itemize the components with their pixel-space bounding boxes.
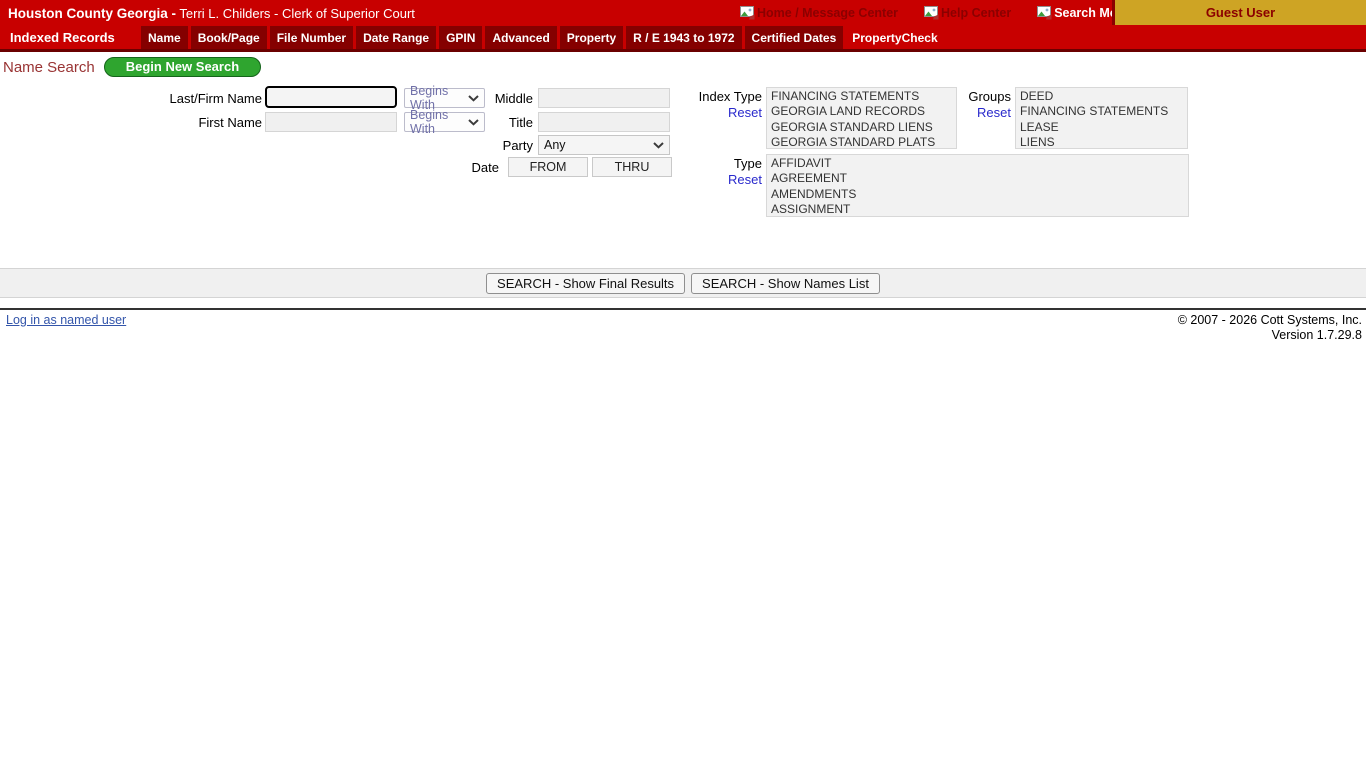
search-actions-band: SEARCH - Show Final Results SEARCH - Sho… — [0, 268, 1366, 298]
date-label: Date — [399, 160, 499, 175]
nav-section-label: Indexed Records — [0, 26, 141, 49]
tab-gpin[interactable]: GPIN — [439, 26, 482, 49]
groups-option[interactable]: FINANCING STATEMENTS — [1020, 104, 1187, 119]
last-firm-name-label: Last/Firm Name — [0, 91, 262, 106]
copyright-text: © 2007 - 2026 Cott Systems, Inc. — [1178, 313, 1362, 328]
tab-date-range[interactable]: Date Range — [356, 26, 436, 49]
tab-re-1943-1972[interactable]: R / E 1943 to 1972 — [626, 26, 741, 49]
type-list[interactable]: AFFIDAVIT AGREEMENT AMENDMENTS ASSIGNMEN… — [766, 154, 1189, 217]
groups-reset-link[interactable]: Reset — [977, 105, 1011, 120]
type-label-block: Type Reset — [640, 156, 762, 189]
nav-tabs: Name Book/Page File Number Date Range GP… — [141, 26, 843, 49]
nav-bar: Indexed Records Name Book/Page File Numb… — [0, 26, 1366, 52]
footer: Log in as named user © 2007 - 2026 Cott … — [0, 310, 1366, 312]
chevron-down-icon — [653, 138, 664, 152]
groups-list[interactable]: DEED FINANCING STATEMENTS LEASE LIENS — [1015, 87, 1188, 149]
help-center-link[interactable]: Help Center — [924, 6, 1011, 20]
version-text: Version 1.7.29.8 — [1178, 328, 1362, 343]
guest-user-label: Guest User — [1206, 5, 1275, 20]
footer-copyright-block: © 2007 - 2026 Cott Systems, Inc. Version… — [1178, 313, 1362, 342]
last-firm-name-input[interactable] — [265, 86, 397, 108]
tab-advanced[interactable]: Advanced — [485, 26, 556, 49]
toolbar: Name Search Begin New Search — [0, 52, 1366, 82]
site-title: Houston County Georgia - Terri L. Childe… — [0, 6, 415, 21]
search-final-results-button[interactable]: SEARCH - Show Final Results — [486, 273, 685, 294]
party-value: Any — [544, 138, 566, 152]
groups-option[interactable]: DEED — [1020, 89, 1187, 104]
index-type-reset-link[interactable]: Reset — [728, 105, 762, 120]
index-type-label-block: Index Type Reset — [640, 89, 762, 122]
groups-option[interactable]: LIENS — [1020, 135, 1187, 149]
tab-property[interactable]: Property — [560, 26, 623, 49]
party-select[interactable]: Any — [538, 135, 670, 155]
home-message-center-link[interactable]: Home / Message Center — [740, 6, 898, 20]
type-label: Type — [640, 156, 762, 171]
broken-image-icon — [924, 6, 939, 20]
groups-label: Groups — [900, 89, 1011, 104]
broken-image-icon — [1037, 6, 1052, 20]
tab-book-page[interactable]: Book/Page — [191, 26, 267, 49]
tab-certified-dates[interactable]: Certified Dates — [745, 26, 844, 49]
groups-option[interactable]: LEASE — [1020, 120, 1187, 135]
search-form: Last/Firm Name Begins With Middle First … — [0, 82, 1366, 232]
title-label: Title — [433, 115, 533, 130]
page: Houston County Georgia - Terri L. Childe… — [0, 0, 1366, 768]
home-message-center-label: Home / Message Center — [757, 6, 898, 20]
type-option[interactable]: ASSIGNMENT — [771, 202, 1188, 217]
groups-label-block: Groups Reset — [900, 89, 1011, 122]
type-option[interactable]: AMENDMENTS — [771, 187, 1188, 202]
type-reset-link[interactable]: Reset — [728, 172, 762, 187]
page-title: Name Search — [3, 59, 95, 76]
first-name-label: First Name — [0, 115, 262, 130]
search-names-list-button[interactable]: SEARCH - Show Names List — [691, 273, 880, 294]
header-links: Home / Message Center Help Center — [740, 0, 1143, 26]
type-option[interactable]: AGREEMENT — [771, 171, 1188, 186]
date-from-button[interactable]: FROM — [508, 157, 588, 177]
broken-image-icon — [740, 6, 755, 20]
party-label: Party — [433, 138, 533, 153]
login-named-user-link[interactable]: Log in as named user — [6, 313, 126, 327]
begin-new-search-button[interactable]: Begin New Search — [104, 57, 261, 77]
header-bar: Houston County Georgia - Terri L. Childe… — [0, 0, 1366, 26]
help-center-label: Help Center — [941, 6, 1011, 20]
type-option[interactable]: AFFIDAVIT — [771, 156, 1188, 171]
middle-label: Middle — [433, 91, 533, 106]
tab-file-number[interactable]: File Number — [270, 26, 353, 49]
guest-user-badge: Guest User — [1112, 0, 1366, 25]
clerk-name: Terri L. Childers - Clerk of Superior Co… — [179, 6, 415, 21]
tab-property-check[interactable]: PropertyCheck — [843, 26, 946, 49]
index-type-label: Index Type — [640, 89, 762, 104]
index-type-option[interactable]: GEORGIA STANDARD PLATS — [771, 135, 956, 149]
tab-name[interactable]: Name — [141, 26, 188, 49]
first-name-input[interactable] — [265, 112, 397, 132]
county-name: Houston County Georgia - — [8, 6, 176, 21]
